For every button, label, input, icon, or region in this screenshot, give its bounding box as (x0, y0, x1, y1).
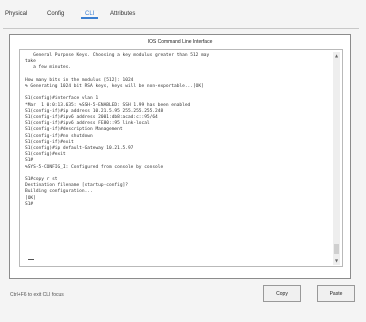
text-cursor (28, 259, 34, 260)
focus-hint: Ctrl+F6 to exit CLI focus (10, 292, 64, 298)
cli-window: Physical Config CLI Attributes IOS Comma… (0, 0, 366, 322)
tab-cli[interactable]: CLI (81, 11, 99, 19)
tab-attributes[interactable]: Attributes (110, 11, 135, 17)
cli-console[interactable]: General Purpose Keys. Choosing a key mod… (19, 49, 343, 267)
tab-config[interactable]: Config (47, 11, 64, 17)
paste-button[interactable]: Paste (317, 285, 355, 302)
panel-title: IOS Command Line Interface (147, 39, 213, 45)
console-line: S1# (25, 201, 34, 207)
console-output[interactable]: General Purpose Keys. Choosing a key mod… (25, 53, 329, 208)
tab-bar: Physical Config CLI Attributes (3, 8, 359, 29)
scroll-down-icon[interactable]: ▼ (333, 257, 340, 265)
cli-panel: IOS Command Line Interface General Purpo… (9, 34, 351, 279)
copy-button[interactable]: Copy (263, 285, 301, 302)
tab-physical[interactable]: Physical (5, 11, 27, 17)
scroll-up-icon[interactable]: ▲ (333, 52, 340, 60)
scroll-thumb[interactable] (334, 244, 339, 254)
console-scrollbar[interactable]: ▲ ▼ (333, 52, 340, 265)
